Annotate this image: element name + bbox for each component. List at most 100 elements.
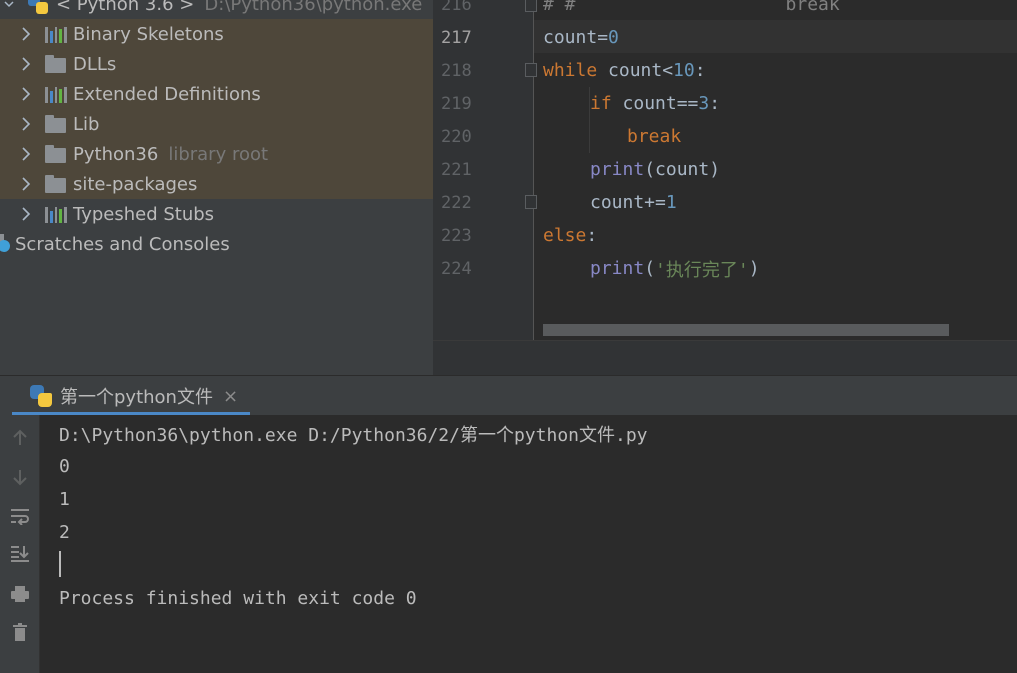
sdk-header-title: < Python 3.6 >	[56, 0, 195, 15]
tree-item-label: Extended Definitions	[73, 83, 261, 105]
line-number-gutter: 216 217 218 219 220 221 222 223 224	[433, 0, 533, 340]
string-token: '执行完了'	[655, 259, 749, 281]
trash-icon[interactable]	[7, 619, 33, 645]
tree-item-label: Python36	[73, 143, 159, 165]
run-tab-bar: 第一个python文件 ×	[0, 375, 1017, 416]
tree-item-python36[interactable]: Python36 library root	[0, 139, 433, 169]
tree-item-scratches[interactable]: Scratches and Consoles	[0, 229, 433, 259]
sdk-header-path: D:\Python36\python.exe	[204, 0, 423, 15]
code-guide-line	[533, 0, 534, 340]
up-arrow-icon[interactable]	[7, 425, 33, 451]
close-icon[interactable]: ×	[223, 386, 238, 407]
text-caret	[59, 551, 61, 577]
keyword-token: else	[543, 225, 587, 246]
down-arrow-icon[interactable]	[7, 464, 33, 490]
code-line-218: while count< 10:	[543, 54, 1017, 87]
run-console[interactable]: D:\Python36\python.exe D:/Python36/2/第一个…	[40, 415, 1017, 673]
folder-icon	[45, 145, 67, 163]
tree-item-label: DLLs	[73, 53, 117, 75]
scroll-to-end-icon[interactable]	[7, 540, 33, 566]
chevron-right-icon[interactable]	[19, 177, 33, 191]
code-token: =	[597, 27, 609, 48]
console-exit-line: Process finished with exit code 0	[59, 588, 417, 609]
run-toolbar	[0, 415, 40, 673]
chevron-right-icon[interactable]	[19, 147, 33, 161]
comment-token: break	[785, 0, 840, 15]
folder-icon	[45, 175, 67, 193]
code-token: :	[694, 60, 706, 81]
line-number: 218	[441, 60, 472, 81]
line-number: 221	[441, 159, 472, 180]
code-line-224: print('执行完了')	[590, 252, 1017, 285]
line-number: 216	[441, 0, 472, 15]
python-icon	[30, 385, 52, 407]
fold-marker-icon[interactable]	[525, 195, 537, 209]
python-icon	[28, 0, 48, 14]
chevron-right-icon[interactable]	[19, 87, 33, 101]
line-number: 219	[441, 93, 472, 114]
chevron-right-icon[interactable]	[19, 117, 33, 131]
tree-sdk-header[interactable]: < Python 3.6 > D:\Python36\python.exe	[0, 0, 433, 19]
code-line-216: # # break	[543, 0, 1017, 21]
tree-item-site-packages[interactable]: site-packages	[0, 169, 433, 199]
code-line-223: else:	[543, 219, 1017, 252]
tree-item-binary-skeletons[interactable]: Binary Skeletons	[0, 19, 433, 49]
library-icon	[45, 25, 67, 43]
project-tree-pane: < Python 3.6 > D:\Python36\python.exe Bi…	[0, 0, 433, 375]
fold-marker-icon[interactable]	[525, 63, 537, 77]
console-output-line: 1	[59, 489, 70, 510]
console-output-line: 0	[59, 456, 70, 477]
builtin-token: print	[590, 258, 645, 279]
line-number: 220	[441, 126, 472, 147]
chevron-right-icon[interactable]	[19, 27, 33, 41]
soft-wrap-icon[interactable]	[7, 503, 33, 529]
folder-icon	[45, 115, 67, 133]
code-line-222: count+= 1	[590, 186, 1017, 219]
tree-item-extended-definitions[interactable]: Extended Definitions	[0, 79, 433, 109]
code-token: :	[709, 93, 721, 114]
scratches-icon	[0, 234, 12, 254]
horizontal-scrollbar-thumb[interactable]	[543, 324, 949, 336]
run-tab-label: 第一个python文件	[60, 387, 213, 408]
fold-marker-icon[interactable]	[525, 0, 537, 12]
tree-item-label: Lib	[73, 113, 100, 135]
tree-item-label: Typeshed Stubs	[73, 203, 215, 225]
line-number: 223	[441, 225, 472, 246]
tree-item-typeshed-stubs[interactable]: Typeshed Stubs	[0, 199, 433, 229]
keyword-token: if	[590, 93, 612, 114]
library-root-hint: library root	[168, 143, 269, 165]
code-editor[interactable]: 216 217 218 219 220 221 222 223 224 # # b…	[433, 0, 1017, 375]
code-token: count==	[611, 93, 699, 114]
code-line-219: if count== 3:	[590, 87, 1017, 120]
print-icon[interactable]	[7, 581, 33, 607]
line-number: 224	[441, 258, 472, 279]
number-token: 3	[698, 93, 710, 114]
number-token: 0	[608, 27, 619, 48]
line-number: 217	[441, 27, 472, 48]
chevron-down-icon[interactable]	[2, 0, 16, 10]
builtin-token: print	[590, 159, 645, 180]
library-icon	[45, 85, 67, 103]
code-token: (count)	[644, 159, 721, 180]
tree-item-lib[interactable]: Lib	[0, 109, 433, 139]
folder-icon	[45, 55, 67, 73]
console-output-line: 2	[59, 522, 70, 543]
line-number: 222	[441, 192, 472, 213]
code-token: count+=	[590, 192, 666, 213]
code-token: count<	[597, 60, 674, 81]
number-token: 1	[665, 192, 677, 213]
code-line-221: print (count)	[590, 153, 1017, 186]
code-token: :	[586, 225, 598, 246]
code-line-217: count = 0	[543, 21, 1017, 54]
tree-item-label: site-packages	[73, 173, 198, 195]
run-tab[interactable]: 第一个python文件 ×	[12, 376, 250, 416]
code-token: count	[543, 27, 598, 48]
tree-item-label: Binary Skeletons	[73, 23, 224, 45]
editor-bottom-bar	[433, 340, 1017, 375]
code-token: )	[748, 258, 760, 279]
number-token: 10	[673, 60, 695, 81]
chevron-right-icon[interactable]	[19, 57, 33, 71]
tree-item-dlls[interactable]: DLLs	[0, 49, 433, 79]
code-token: (	[644, 258, 656, 279]
chevron-right-icon[interactable]	[19, 207, 33, 221]
